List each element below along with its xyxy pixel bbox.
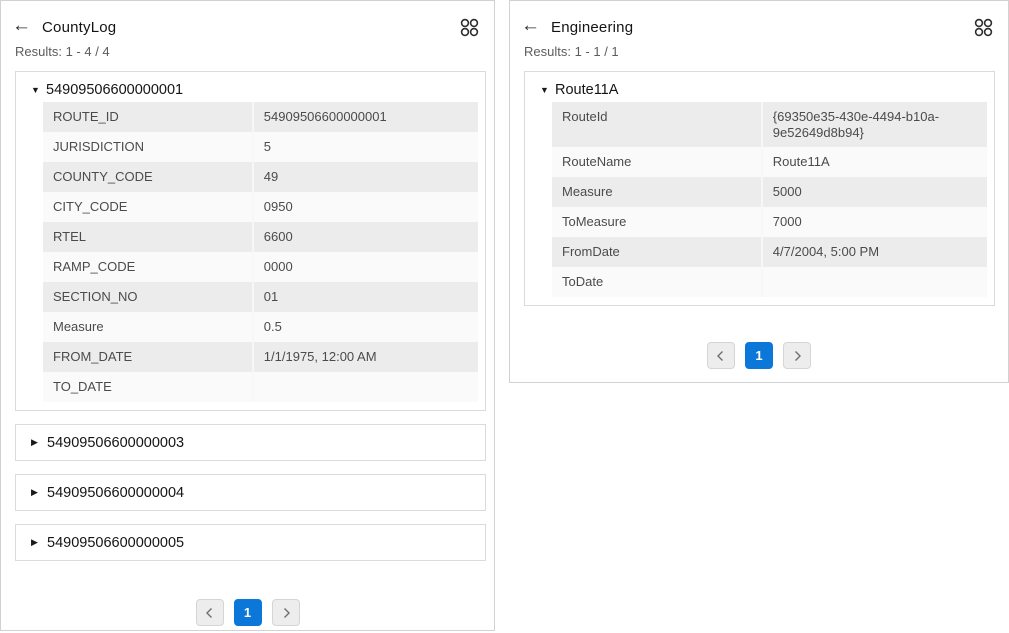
table-row: Measure 5000	[552, 177, 987, 207]
current-page-button[interactable]: 1	[745, 342, 773, 369]
table-row: ToDate	[552, 267, 987, 297]
table-row: RAMP_CODE 0000	[43, 252, 478, 282]
countylog-panel: ← CountyLog Results: 1 - 4 / 4 ▼ 5490950…	[0, 0, 495, 631]
pagination: 1	[510, 342, 1008, 369]
table-row: RouteName Route11A	[552, 147, 987, 177]
table-row: CITY_CODE 0950	[43, 192, 478, 222]
field-label: Measure	[43, 312, 252, 342]
field-value: 0950	[252, 192, 478, 222]
field-value: 49	[252, 162, 478, 192]
feature-accordion-collapsed[interactable]: ▶ 54909506600000005	[15, 524, 486, 561]
table-row: RTEL 6600	[43, 222, 478, 252]
table-row: FROM_DATE 1/1/1975, 12:00 AM	[43, 342, 478, 372]
apps-grid-icon[interactable]	[459, 17, 480, 38]
back-button[interactable]: ←	[521, 16, 540, 38]
field-label: CITY_CODE	[43, 192, 252, 222]
field-value: 01	[252, 282, 478, 312]
field-value: {69350e35-430e-4494-b10a-9e52649d8b94}	[761, 102, 987, 147]
caret-right-icon: ▶	[31, 487, 41, 498]
feature-title: 54909506600000004	[47, 485, 184, 501]
field-value: Route11A	[761, 147, 987, 177]
panel-title: Engineering	[551, 19, 633, 36]
field-label: ToDate	[552, 267, 761, 297]
field-value: 6600	[252, 222, 478, 252]
caret-down-icon: ▼	[540, 85, 550, 95]
table-row: SECTION_NO 01	[43, 282, 478, 312]
field-label: TO_DATE	[43, 372, 252, 402]
field-value: 5000	[761, 177, 987, 207]
field-value: 7000	[761, 207, 987, 237]
table-row: TO_DATE	[43, 372, 478, 402]
panel-header: ← Engineering	[510, 1, 1008, 42]
feature-accordion-header[interactable]: ▼ Route11A	[532, 78, 987, 102]
feature-card-expanded: ▼ 54909506600000001 ROUTE_ID 54909506600…	[15, 71, 486, 411]
caret-right-icon: ▶	[31, 437, 41, 448]
attribute-table: ROUTE_ID 54909506600000001 JURISDICTION …	[43, 102, 478, 402]
field-label: ROUTE_ID	[43, 102, 252, 132]
panel-title: CountyLog	[42, 19, 116, 36]
field-value	[761, 267, 987, 297]
next-page-button[interactable]	[272, 599, 300, 626]
table-row: FromDate 4/7/2004, 5:00 PM	[552, 237, 987, 267]
field-value: 0.5	[252, 312, 478, 342]
field-label: SECTION_NO	[43, 282, 252, 312]
back-button[interactable]: ←	[12, 16, 31, 38]
table-row: Measure 0.5	[43, 312, 478, 342]
table-row: ToMeasure 7000	[552, 207, 987, 237]
feature-title: Route11A	[555, 82, 618, 98]
feature-title: 54909506600000005	[47, 535, 184, 551]
field-label: RTEL	[43, 222, 252, 252]
field-label: JURISDICTION	[43, 132, 252, 162]
feature-accordion-collapsed[interactable]: ▶ 54909506600000003	[15, 424, 486, 461]
feature-card-expanded: ▼ Route11A RouteId {69350e35-430e-4494-b…	[524, 71, 995, 306]
table-row: COUNTY_CODE 49	[43, 162, 478, 192]
field-value: 5	[252, 132, 478, 162]
caret-right-icon: ▶	[31, 537, 41, 548]
table-row: ROUTE_ID 54909506600000001	[43, 102, 478, 132]
engineering-panel: ← Engineering Results: 1 - 1 / 1 ▼ Route…	[509, 0, 1009, 383]
field-value: 4/7/2004, 5:00 PM	[761, 237, 987, 267]
feature-title: 54909506600000003	[47, 435, 184, 451]
results-text: Results: 1 - 1 / 1	[510, 42, 1008, 59]
feature-accordion-header[interactable]: ▼ 54909506600000001	[23, 78, 478, 102]
attribute-table: RouteId {69350e35-430e-4494-b10a-9e52649…	[552, 102, 987, 297]
field-value: 1/1/1975, 12:00 AM	[252, 342, 478, 372]
table-row: RouteId {69350e35-430e-4494-b10a-9e52649…	[552, 102, 987, 147]
field-label: ToMeasure	[552, 207, 761, 237]
feature-title: 54909506600000001	[46, 82, 183, 98]
previous-page-button[interactable]	[707, 342, 735, 369]
field-label: RouteId	[552, 102, 761, 147]
field-value: 0000	[252, 252, 478, 282]
field-value	[252, 372, 478, 402]
next-page-button[interactable]	[783, 342, 811, 369]
results-text: Results: 1 - 4 / 4	[1, 42, 494, 59]
feature-accordion-collapsed[interactable]: ▶ 54909506600000004	[15, 474, 486, 511]
field-value: 54909506600000001	[252, 102, 478, 132]
field-label: FROM_DATE	[43, 342, 252, 372]
previous-page-button[interactable]	[196, 599, 224, 626]
field-label: COUNTY_CODE	[43, 162, 252, 192]
field-label: Measure	[552, 177, 761, 207]
panel-header: ← CountyLog	[1, 1, 494, 42]
table-row: JURISDICTION 5	[43, 132, 478, 162]
pagination: 1	[1, 599, 494, 626]
field-label: RouteName	[552, 147, 761, 177]
field-label: RAMP_CODE	[43, 252, 252, 282]
field-label: FromDate	[552, 237, 761, 267]
current-page-button[interactable]: 1	[234, 599, 262, 626]
caret-down-icon: ▼	[31, 85, 41, 95]
apps-grid-icon[interactable]	[973, 17, 994, 38]
